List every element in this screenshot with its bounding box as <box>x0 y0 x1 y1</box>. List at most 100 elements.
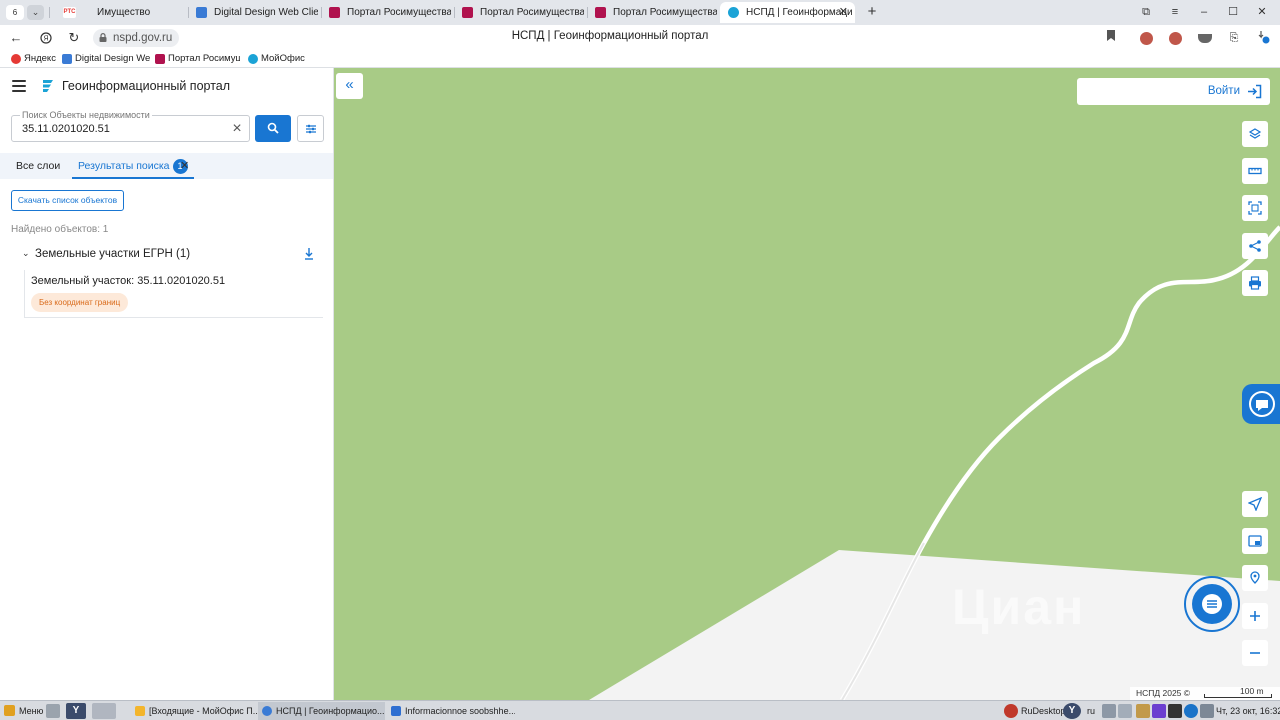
geolocation-button[interactable] <box>1242 565 1268 591</box>
search-panel: Геоинформационный портал Поиск Объекты н… <box>0 68 334 700</box>
filter-button[interactable] <box>297 115 324 142</box>
share-button[interactable] <box>1242 233 1268 259</box>
map-canvas[interactable]: Циан « Войти НСПД 2025 © 100 m <box>334 68 1280 700</box>
chat-button[interactable] <box>1184 576 1240 632</box>
map-features <box>589 225 1280 700</box>
zoom-in-icon <box>1250 611 1260 621</box>
tab-label: Портал Росимущества <box>347 7 451 18</box>
bookmark-rosim[interactable]: Портал Росимущ <box>155 52 240 66</box>
extension-icon[interactable] <box>1196 30 1214 46</box>
start-menu-button[interactable]: Меню <box>4 703 43 719</box>
search-button[interactable] <box>255 115 291 142</box>
close-window-icon[interactable]: ✕ <box>1252 3 1272 21</box>
url-field[interactable]: nspd.gov.ru <box>93 29 180 47</box>
lock-icon <box>99 33 107 42</box>
clipboard-icon[interactable] <box>1136 704 1150 718</box>
tab-nspd[interactable]: НСПД | Геоинформаци ✕ <box>720 2 855 23</box>
feedback-button[interactable] <box>1242 384 1280 424</box>
chat-bubble-icon <box>1192 584 1232 624</box>
layers-button[interactable] <box>1242 121 1268 147</box>
bookmark-myoffice[interactable]: МойОфис <box>248 52 305 66</box>
list-item[interactable]: Земельный участок: 35.11.0201020.51 Без … <box>24 270 323 318</box>
tray-settings-icon[interactable] <box>1200 704 1214 718</box>
tab-rosim-1[interactable]: Портал Росимущества <box>321 2 451 23</box>
select-area-button[interactable] <box>1242 195 1268 221</box>
hamburger-menu-icon[interactable] <box>12 80 26 92</box>
tab-rosim-2[interactable]: Портал Росимущества <box>454 2 584 23</box>
clock[interactable]: Чт, 23 окт, 16:32 <box>1216 703 1280 719</box>
taskbar-item-mail[interactable]: [Входящие - МойОфис П... <box>131 702 257 720</box>
yandex-browser-icon[interactable]: Y <box>66 703 86 719</box>
yandex-home-icon[interactable]: Я <box>36 28 56 48</box>
app-tray-icon[interactable] <box>1152 704 1166 718</box>
maximize-icon[interactable]: ☐ <box>1223 3 1243 21</box>
menu-label: Меню <box>19 706 44 716</box>
search-value[interactable]: 35.11.0201020.51 <box>22 123 110 135</box>
result-title: Земельный участок: 35.11.0201020.51 <box>31 275 226 287</box>
dd-icon <box>196 7 207 18</box>
minimap-button[interactable] <box>1242 528 1268 554</box>
locate-button[interactable] <box>1242 491 1268 517</box>
volume-icon[interactable] <box>1118 704 1132 718</box>
tab-imushchestvo[interactable]: РТС Имущество <box>55 2 185 23</box>
chevron-down-icon[interactable]: ⌄ <box>22 248 30 259</box>
network-icon[interactable] <box>1102 704 1116 718</box>
file-manager-icon[interactable] <box>46 704 60 718</box>
browser-menu-icon[interactable]: ≡ <box>1165 3 1185 21</box>
keyboard-layout[interactable]: ru <box>1087 703 1095 719</box>
document-icon <box>391 706 401 716</box>
zoom-out-icon <box>1250 652 1260 654</box>
myoffice-mail-icon <box>135 706 145 716</box>
quicklaunch-icon[interactable] <box>92 703 116 719</box>
close-tab-icon[interactable]: ✕ <box>839 2 848 23</box>
tab-label: НСПД | Геоинформаци <box>746 7 853 18</box>
reload-icon[interactable]: ↻ <box>64 28 84 48</box>
nspd-icon <box>728 7 739 18</box>
tab-list-chevron-icon[interactable]: ⌄ <box>27 5 44 20</box>
hp-icon[interactable] <box>1184 704 1198 718</box>
print-button[interactable] <box>1242 270 1268 296</box>
close-results-icon[interactable]: ✕ <box>180 159 189 172</box>
tabs-collection-icon[interactable]: ⧉ <box>1136 3 1156 21</box>
display-icon[interactable] <box>1168 704 1182 718</box>
minimize-icon[interactable]: – <box>1194 3 1214 21</box>
bookmark-digital-design[interactable]: Digital Design We <box>62 52 150 66</box>
clear-search-icon[interactable]: × <box>229 121 245 137</box>
tab-rosim-3[interactable]: Портал Росимущества <box>587 2 717 23</box>
minimap-icon <box>1248 535 1262 547</box>
taskbar-item-document[interactable]: Informacionnoe soobshhe... <box>387 702 515 720</box>
search-input[interactable]: Поиск Объекты недвижимости 35.11.0201020… <box>11 110 250 142</box>
login-button[interactable]: Войти <box>1077 78 1270 105</box>
ruler-button[interactable] <box>1242 158 1268 184</box>
rosim-icon <box>462 7 473 18</box>
share-page-icon[interactable]: ⎘ <box>1225 30 1243 46</box>
extension-icon[interactable] <box>1137 30 1155 46</box>
yandex-tray-icon[interactable]: Y <box>1063 703 1081 719</box>
bookmark-icon[interactable] <box>1102 30 1120 46</box>
found-count: Найдено объектов: 1 <box>11 224 109 235</box>
back-arrow-icon[interactable]: ← <box>6 28 26 48</box>
taskbar-item-nspd[interactable]: НСПД | Геоинформацио... <box>258 702 385 720</box>
panel-tabs: Все слои Результаты поиска 1 ✕ <box>0 153 333 179</box>
tab-label: Имущество <box>97 7 151 18</box>
bookmark-label: Digital Design We <box>75 53 150 64</box>
download-icon[interactable] <box>303 247 315 261</box>
tab-counter[interactable]: 6 <box>6 5 24 20</box>
zoom-out-button[interactable] <box>1242 640 1268 666</box>
svg-text:Я: Я <box>43 36 48 43</box>
rudesktop-icon[interactable] <box>1004 704 1018 718</box>
tab-search-results[interactable]: Результаты поиска 1 <box>72 153 194 179</box>
tab-separator <box>49 7 50 18</box>
task-label: Informacionnoe soobshhe... <box>405 706 515 716</box>
tab-digital-design[interactable]: Digital Design Web Client <box>188 2 318 23</box>
download-list-button[interactable]: Скачать список объектов <box>11 190 124 211</box>
bookmark-yandex[interactable]: Яндекс <box>11 52 56 66</box>
rosim-icon <box>155 54 165 64</box>
extension-icon[interactable] <box>1166 30 1184 46</box>
new-tab-plus-icon[interactable]: + <box>863 3 881 21</box>
zoom-in-button[interactable] <box>1242 603 1268 629</box>
downloads-icon[interactable] <box>1254 30 1272 46</box>
result-group-header[interactable]: ⌄ Земельные участки ЕГРН (1) <box>18 246 318 264</box>
tab-all-layers[interactable]: Все слои <box>16 153 60 179</box>
collapse-panel-icon[interactable]: « <box>336 73 363 99</box>
